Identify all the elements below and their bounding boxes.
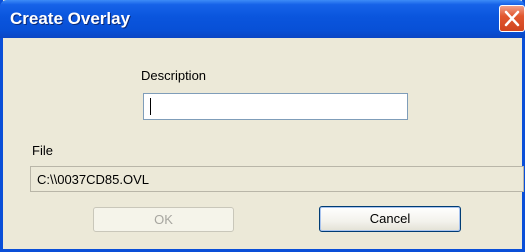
description-label: Description xyxy=(141,68,207,83)
file-path-field: C:\\0037CD85.OVL xyxy=(30,166,524,192)
description-input[interactable] xyxy=(143,93,408,120)
cancel-button[interactable]: Cancel xyxy=(319,206,461,232)
create-overlay-dialog: Create Overlay Description File C:\\0037… xyxy=(0,0,525,252)
close-icon xyxy=(504,10,520,27)
file-path-value: C:\\0037CD85.OVL xyxy=(37,172,150,187)
title-bar[interactable]: Create Overlay xyxy=(0,0,525,38)
ok-button[interactable]: OK xyxy=(93,207,234,232)
file-label: File xyxy=(32,143,53,158)
window-title: Create Overlay xyxy=(10,9,131,28)
close-button[interactable] xyxy=(499,5,525,32)
text-caret xyxy=(150,98,151,115)
